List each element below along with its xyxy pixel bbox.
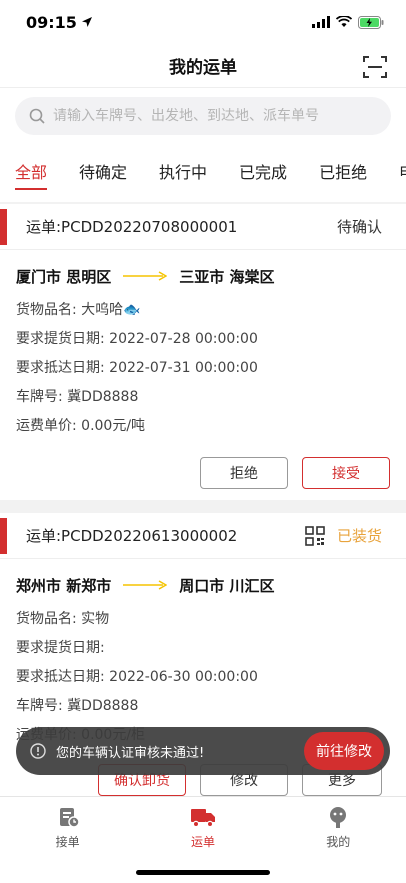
tab-pending[interactable]: 待确定 bbox=[79, 144, 127, 202]
tabbar-item-mine[interactable]: 我的 bbox=[298, 805, 378, 883]
status-time: 09:15 bbox=[26, 13, 93, 32]
reject-button[interactable]: 拒绝 bbox=[200, 457, 288, 489]
freight-price: 运费单价: 0.00元/吨 bbox=[16, 418, 146, 434]
route-arrow-icon bbox=[123, 271, 168, 281]
order-status: 待确认 bbox=[336, 218, 382, 236]
truck-icon bbox=[190, 809, 215, 828]
plate-number: 车牌号: 冀DD8888 bbox=[16, 698, 139, 714]
arrival-date: 要求抵达日期: 2022-07-31 00:00:00 bbox=[16, 360, 258, 376]
tab-rejected[interactable]: 已拒绝 bbox=[319, 144, 367, 202]
route-destination: 周口市 川汇区 bbox=[179, 576, 275, 595]
nav-bar: 我的运单 bbox=[0, 44, 406, 88]
order-actions: 拒绝 接受 bbox=[0, 457, 406, 489]
tab-in-progress[interactable]: 执行中 bbox=[159, 144, 207, 202]
goods-name: 货物品名: 实物 bbox=[16, 611, 110, 627]
status-clock: 09:15 bbox=[26, 12, 77, 32]
route: 厦门市 思明区 三亚市 海棠区 bbox=[0, 256, 406, 296]
order-number: 运单:PCDD20220613000002 bbox=[26, 527, 238, 545]
tab-all[interactable]: 全部 bbox=[15, 144, 48, 202]
status-icons bbox=[312, 15, 384, 29]
search-bar bbox=[0, 88, 406, 144]
scan-icon[interactable] bbox=[362, 54, 388, 80]
wifi-icon bbox=[336, 16, 352, 27]
status-tabs: 全部 待确定 执行中 已完成 已拒绝 申请 bbox=[0, 144, 406, 202]
tabbar-label: 接单 bbox=[55, 835, 80, 849]
order-card-header: 运单:PCDD20220708000001 待确认 bbox=[0, 204, 406, 250]
toast-notification: 您的车辆认证审核未通过! 前往修改 bbox=[16, 727, 390, 775]
order-status-group: 已装货 bbox=[305, 525, 382, 546]
route-destination: 三亚市 海棠区 bbox=[179, 267, 275, 286]
route-origin: 厦门市 思明区 bbox=[16, 267, 112, 286]
plate-number: 车牌号: 冀DD8888 bbox=[16, 389, 139, 405]
clipboard-icon bbox=[59, 808, 80, 828]
signal-icon bbox=[312, 16, 330, 28]
tabbar-item-accept-orders[interactable]: 接单 bbox=[28, 805, 108, 883]
tab-apply[interactable]: 申请 bbox=[399, 144, 406, 202]
goods-name: 货物品名: 大呜哈🐟 bbox=[16, 302, 141, 318]
battery-charging-icon bbox=[358, 15, 384, 29]
toast-message: 您的车辆认证审核未通过! bbox=[56, 745, 205, 761]
tabbar-label: 我的 bbox=[326, 835, 351, 849]
tab-completed[interactable]: 已完成 bbox=[239, 144, 287, 202]
order-status: 已装货 bbox=[336, 527, 382, 545]
go-edit-button[interactable]: 前往修改 bbox=[304, 732, 384, 770]
qr-code-icon[interactable] bbox=[305, 525, 325, 546]
arrival-date: 要求抵达日期: 2022-06-30 00:00:00 bbox=[16, 669, 258, 685]
pickup-date: 要求提货日期: bbox=[16, 640, 105, 656]
route: 郑州市 新郑市 周口市 川汇区 bbox=[0, 565, 406, 605]
location-arrow-icon bbox=[81, 17, 92, 27]
route-origin: 郑州市 新郑市 bbox=[16, 576, 112, 595]
pickup-date: 要求提货日期: 2022-07-28 00:00:00 bbox=[16, 331, 258, 347]
route-arrow-icon bbox=[123, 580, 168, 590]
order-card[interactable]: 运单:PCDD20220708000001 待确认 厦门市 思明区 三亚市 海棠… bbox=[0, 204, 406, 500]
user-icon bbox=[330, 807, 347, 828]
accept-button[interactable]: 接受 bbox=[302, 457, 390, 489]
status-bar: 09:15 bbox=[0, 0, 406, 44]
tabbar-label: 运单 bbox=[190, 835, 215, 849]
order-card-header: 运单:PCDD20220613000002 已装货 bbox=[0, 513, 406, 559]
info-icon bbox=[30, 743, 46, 759]
search-input[interactable] bbox=[53, 108, 377, 124]
search-box[interactable] bbox=[15, 97, 391, 135]
search-icon bbox=[29, 108, 45, 124]
page-title: 我的运单 bbox=[169, 58, 237, 78]
home-indicator bbox=[136, 870, 270, 875]
order-number: 运单:PCDD20220708000001 bbox=[26, 218, 238, 236]
